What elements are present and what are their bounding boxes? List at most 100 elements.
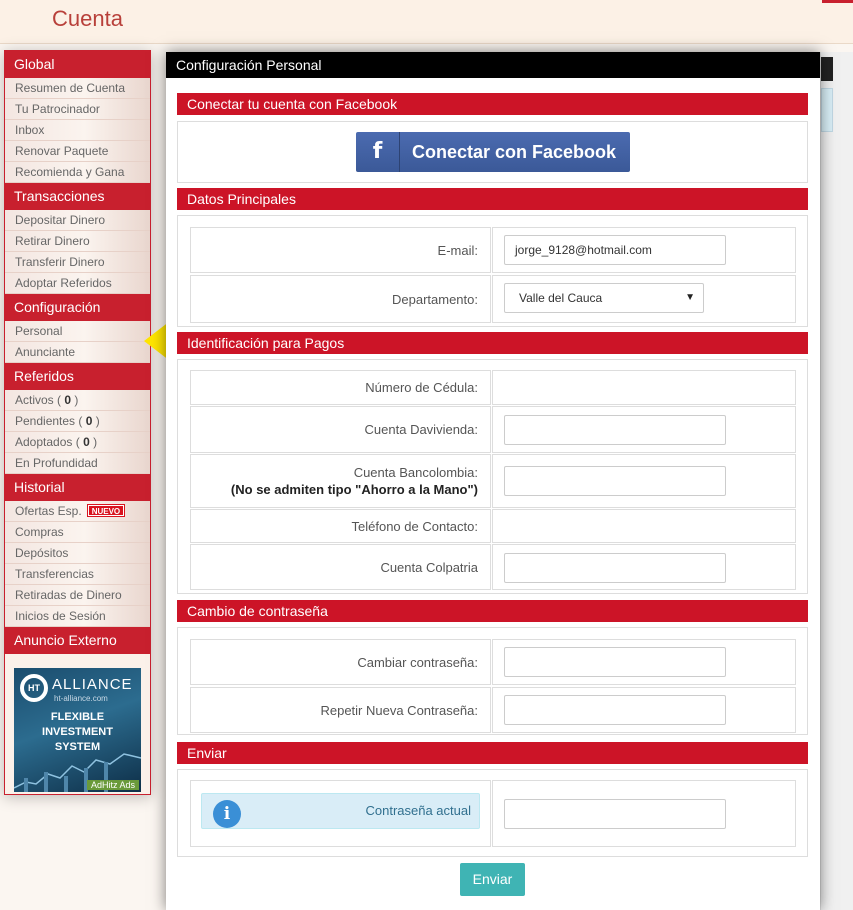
section-cambio-contrasena: Cambio de contraseña (177, 600, 808, 622)
sidebar-item-profundidad[interactable]: En Profundidad (5, 453, 150, 474)
background-panel-box (821, 88, 833, 132)
background-panel (820, 52, 853, 910)
section-datos-principales: Datos Principales (177, 188, 808, 210)
sidebar-section-anuncio: Anuncio Externo (5, 627, 150, 654)
sidebar-item-inbox[interactable]: Inbox (5, 120, 150, 141)
facebook-icon: f (356, 132, 400, 172)
email-row: E-mail: jorge_9128@hotmail.com (190, 227, 796, 273)
ad-url: ht-alliance.com (54, 694, 108, 703)
sidebar: Global Resumen de Cuenta Tu Patrocinador… (4, 50, 151, 795)
cambiar-contrasena-cell (492, 639, 796, 685)
sidebar-section-configuracion: Configuración (5, 294, 150, 321)
email-label: E-mail: (190, 227, 491, 273)
section-facebook: Conectar tu cuenta con Facebook (177, 93, 808, 115)
page-title: Cuenta (52, 6, 123, 31)
telefono-cell (492, 509, 796, 543)
adoptados-paren: ) (93, 435, 98, 449)
sidebar-item-recomienda[interactable]: Recomienda y Gana (5, 162, 150, 183)
davivienda-cell (492, 406, 796, 453)
sidebar-item-depositar[interactable]: Depositar Dinero (5, 210, 150, 231)
connect-facebook-button[interactable]: f Conectar con Facebook (356, 132, 630, 172)
sidebar-item-retirar[interactable]: Retirar Dinero (5, 231, 150, 252)
ad-headline-line-1: FLEXIBLE INVESTMENT (42, 711, 113, 738)
sidebar-item-ofertas[interactable]: Ofertas Esp. NUEVO (5, 501, 150, 522)
cedula-cell (492, 370, 796, 405)
colpatria-label: Cuenta Colpatria (190, 544, 491, 590)
info-icon: i (213, 800, 241, 828)
background-panel-bar (821, 57, 833, 81)
bancolombia-note: (No se admiten tipo "Ahorro a la Mano") (230, 482, 478, 497)
sidebar-section-referidos: Referidos (5, 363, 150, 390)
colpatria-cell (492, 544, 796, 590)
chevron-down-icon: ▼ (685, 292, 695, 303)
bancolombia-row: Cuenta Bancolombia: (No se admiten tipo … (190, 454, 796, 508)
datos-principales-box: E-mail: jorge_9128@hotmail.com Departame… (177, 215, 808, 327)
bancolombia-field[interactable] (504, 466, 726, 496)
repetir-contrasena-row: Repetir Nueva Contraseña: (190, 687, 796, 733)
pendientes-paren: ) (95, 414, 100, 428)
cambiar-contrasena-row: Cambiar contraseña: (190, 639, 796, 685)
cedula-row: Número de Cédula: (190, 370, 796, 405)
bancolombia-label-cell: Cuenta Bancolombia: (No se admiten tipo … (190, 454, 491, 508)
departamento-row: Departamento: Valle del Cauca ▼ (190, 275, 796, 323)
adoptados-count: 0 (83, 435, 90, 449)
ad-network-label: AdHitz Ads (86, 780, 139, 790)
sidebar-item-adoptar[interactable]: Adoptar Referidos (5, 273, 150, 294)
departamento-cell: Valle del Cauca ▼ (492, 275, 796, 323)
email-field[interactable]: jorge_9128@hotmail.com (504, 235, 726, 265)
ofertas-label: Ofertas Esp. (15, 504, 82, 518)
external-ad-banner[interactable]: HT ALLIANCE ht-alliance.com FLEXIBLE INV… (14, 668, 141, 792)
repetir-contrasena-cell (492, 687, 796, 733)
current-password-info: i Contraseña actual (201, 793, 480, 829)
sidebar-item-anunciante[interactable]: Anunciante (5, 342, 150, 363)
sidebar-item-personal[interactable]: Personal (5, 321, 150, 342)
current-password-label-cell: i Contraseña actual (190, 780, 491, 847)
identificacion-pagos-box: Número de Cédula: Cuenta Davivienda: Cue… (177, 359, 808, 594)
connect-facebook-label: Conectar con Facebook (412, 142, 617, 162)
email-cell: jorge_9128@hotmail.com (492, 227, 796, 273)
sidebar-item-patrocinador[interactable]: Tu Patrocinador (5, 99, 150, 120)
telefono-label: Teléfono de Contacto: (190, 509, 491, 543)
activos-paren: ) (74, 393, 79, 407)
section-identificacion-pagos: Identificación para Pagos (177, 332, 808, 354)
sidebar-item-activos[interactable]: Activos ( 0 ) (5, 390, 150, 411)
sidebar-item-adoptados[interactable]: Adoptados ( 0 ) (5, 432, 150, 453)
bancolombia-label: Cuenta Bancolombia: (353, 465, 478, 480)
departamento-select[interactable]: Valle del Cauca ▼ (504, 283, 704, 313)
current-password-row: i Contraseña actual (190, 780, 796, 847)
sidebar-item-compras[interactable]: Compras (5, 522, 150, 543)
repeat-password-field[interactable] (504, 695, 726, 725)
sidebar-item-inicios[interactable]: Inicios de Sesión (5, 606, 150, 627)
sidebar-item-renovar[interactable]: Renovar Paquete (5, 141, 150, 162)
send-button[interactable]: Enviar (460, 863, 525, 896)
section-enviar: Enviar (177, 742, 808, 764)
bancolombia-cell (492, 454, 796, 508)
current-password-field[interactable] (504, 799, 726, 829)
sidebar-section-transacciones: Transacciones (5, 183, 150, 210)
davivienda-label: Cuenta Davivienda: (190, 406, 491, 453)
cambiar-contrasena-label: Cambiar contraseña: (190, 639, 491, 685)
activos-label: Activos ( (15, 393, 62, 407)
sidebar-item-transferencias[interactable]: Transferencias (5, 564, 150, 585)
sidebar-item-pendientes[interactable]: Pendientes ( 0 ) (5, 411, 150, 432)
cambio-contrasena-box: Cambiar contraseña: Repetir Nueva Contra… (177, 627, 808, 735)
sidebar-item-depositos[interactable]: Depósitos (5, 543, 150, 564)
sidebar-item-resumen[interactable]: Resumen de Cuenta (5, 78, 150, 99)
sidebar-item-retiradas[interactable]: Retiradas de Dinero (5, 585, 150, 606)
current-password-cell (492, 780, 796, 847)
facebook-box: f Conectar con Facebook (177, 121, 808, 183)
telefono-row: Teléfono de Contacto: (190, 509, 796, 543)
sidebar-item-transferir[interactable]: Transferir Dinero (5, 252, 150, 273)
header-accent (822, 0, 853, 3)
departamento-label: Departamento: (190, 275, 491, 323)
davivienda-field[interactable] (504, 415, 726, 445)
colpatria-field[interactable] (504, 553, 726, 583)
new-badge: NUEVO (86, 504, 126, 517)
top-header: Cuenta (0, 0, 853, 44)
departamento-value: Valle del Cauca (519, 291, 603, 305)
modal-title: Configuración Personal (166, 52, 820, 78)
pendientes-count: 0 (85, 414, 93, 428)
activos-count: 0 (64, 393, 72, 407)
new-password-field[interactable] (504, 647, 726, 677)
enviar-box: i Contraseña actual (177, 769, 808, 857)
